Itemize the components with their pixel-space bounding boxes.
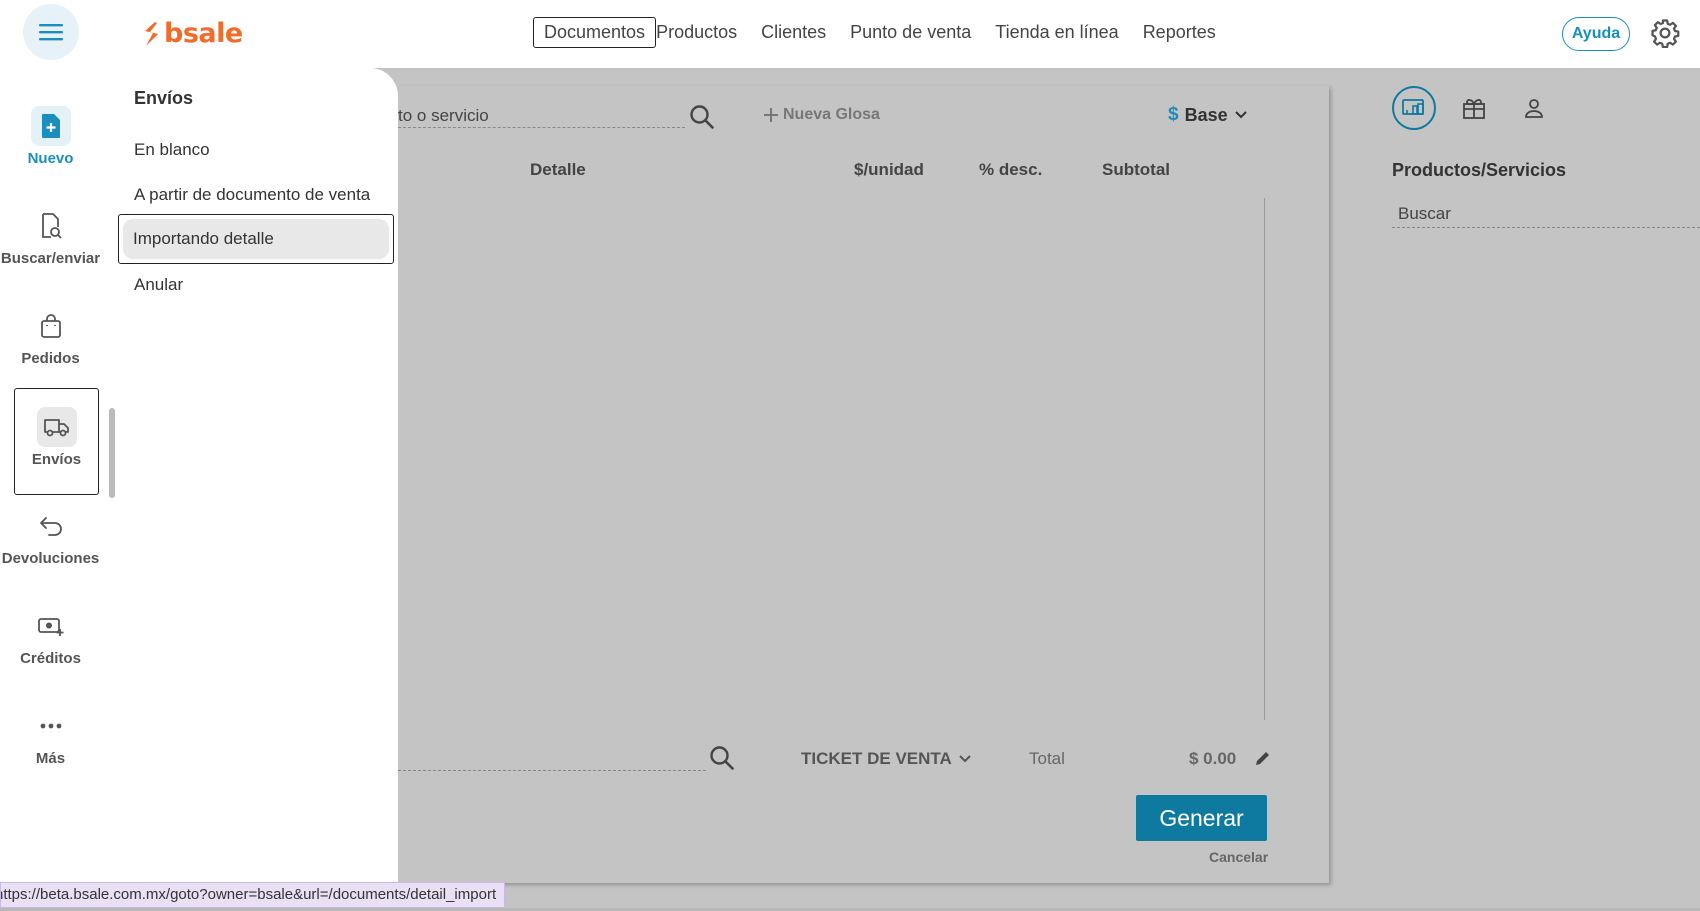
nav-reportes[interactable]: Reportes bbox=[1131, 8, 1228, 56]
total-label: Total bbox=[1029, 749, 1065, 768]
rail-item-devoluciones[interactable]: Devoluciones bbox=[0, 506, 101, 567]
more-dots-icon bbox=[31, 706, 71, 746]
client-search-input[interactable] bbox=[398, 749, 706, 771]
cash-plus-icon bbox=[31, 606, 71, 646]
product-search-placeholder: to o servicio bbox=[398, 106, 489, 125]
search-icon[interactable] bbox=[709, 745, 735, 771]
rail-item-buscar-enviar[interactable]: Buscar/enviar bbox=[0, 206, 101, 267]
nav-documentos-label: Documentos bbox=[544, 21, 646, 42]
main-nav: Documentos Productos Clientes Punto de v… bbox=[533, 8, 1228, 56]
flyout-resize-handle[interactable] bbox=[109, 408, 115, 498]
products-tab[interactable] bbox=[1392, 86, 1436, 130]
new-gloss-label: Nueva Glosa bbox=[783, 106, 880, 123]
dollar-icon: $ bbox=[1168, 104, 1179, 125]
truck-icon bbox=[36, 407, 77, 447]
document-search-icon bbox=[31, 206, 71, 246]
nav-clientes[interactable]: Clientes bbox=[749, 8, 838, 56]
return-arrow-icon bbox=[31, 506, 71, 546]
submenu-title: Envíos bbox=[134, 88, 194, 108]
rail-item-mas[interactable]: Más bbox=[0, 706, 101, 767]
search-icon[interactable] bbox=[689, 104, 715, 130]
document-type-selector[interactable]: TICKET DE VENTA bbox=[801, 749, 972, 769]
status-url: https://beta.bsale.com.mx/goto?owner=bsa… bbox=[0, 886, 497, 903]
submenu-item-documento-de-venta[interactable]: A partir de documento de venta bbox=[134, 185, 370, 205]
generate-button[interactable]: Generar bbox=[1136, 795, 1267, 841]
price-list-selector[interactable]: $ Base bbox=[1168, 104, 1248, 126]
rail-item-label: Pedidos bbox=[21, 350, 80, 367]
nav-documentos[interactable]: Documentos bbox=[533, 16, 657, 48]
envios-submenu: Envíos En blanco A partir de documento d… bbox=[109, 68, 398, 911]
nav-punto-de-venta[interactable]: Punto de venta bbox=[838, 8, 983, 56]
submenu-item-anular[interactable]: Anular bbox=[134, 275, 183, 295]
rail-item-label: Buscar/enviar bbox=[0, 250, 101, 267]
rail-item-label: Más bbox=[35, 750, 66, 767]
submenu-item-en-blanco[interactable]: En blanco bbox=[134, 140, 210, 160]
bsale-logo[interactable]: bsale bbox=[142, 18, 243, 49]
column-header-detalle: Detalle bbox=[530, 160, 586, 179]
client-tab[interactable] bbox=[1512, 86, 1556, 130]
hamburger-icon bbox=[39, 24, 63, 41]
products-search-input[interactable]: Buscar bbox=[1392, 204, 1700, 228]
products-icon bbox=[1402, 99, 1424, 115]
products-panel-title: Productos/Servicios bbox=[1392, 160, 1567, 180]
column-divider bbox=[1264, 198, 1265, 720]
submenu-item-label: Importando detalle bbox=[123, 219, 389, 259]
submenu-item-importando-detalle[interactable]: Importando detalle bbox=[118, 214, 394, 264]
shopping-bag-icon bbox=[31, 306, 71, 346]
bsale-logo-mark-icon bbox=[145, 21, 158, 46]
new-document-icon bbox=[30, 106, 71, 146]
logo-text: bsale bbox=[164, 18, 243, 49]
top-navbar: bsale Documentos Productos Clientes Punt… bbox=[0, 0, 1700, 68]
rail-item-label: Nuevo bbox=[27, 150, 74, 167]
rail-item-label: Devoluciones bbox=[1, 550, 100, 567]
help-button[interactable]: Ayuda bbox=[1562, 17, 1630, 51]
promotions-tab[interactable] bbox=[1452, 86, 1496, 130]
status-bar-url: https://beta.bsale.com.mx/goto?owner=bsa… bbox=[0, 882, 506, 908]
user-icon bbox=[1525, 99, 1543, 118]
price-list-label: Base bbox=[1184, 104, 1228, 125]
column-header-discount: % desc. bbox=[979, 160, 1043, 179]
rail-item-nuevo[interactable]: Nuevo bbox=[0, 106, 101, 167]
pencil-icon[interactable] bbox=[1254, 749, 1272, 767]
gear-icon[interactable] bbox=[1650, 18, 1680, 48]
plus-icon bbox=[764, 108, 778, 122]
nav-tienda-en-linea[interactable]: Tienda en línea bbox=[983, 8, 1130, 56]
rail-item-envios[interactable]: Envíos bbox=[14, 388, 99, 495]
left-rail: Nuevo Buscar/enviar Pedidos Envíos Devol… bbox=[0, 68, 113, 911]
gift-icon bbox=[1463, 99, 1485, 119]
document-type-label: TICKET DE VENTA bbox=[801, 749, 952, 768]
cancel-link[interactable]: Cancelar bbox=[1209, 849, 1268, 865]
rail-item-creditos[interactable]: Créditos bbox=[0, 606, 101, 667]
total-value: $ 0.00 bbox=[1189, 749, 1237, 768]
rail-item-label: Envíos bbox=[31, 451, 82, 468]
rail-item-label: Créditos bbox=[20, 650, 81, 667]
column-header-subtotal: Subtotal bbox=[1102, 160, 1170, 179]
chevron-down-icon bbox=[1234, 111, 1247, 119]
rail-item-pedidos[interactable]: Pedidos bbox=[0, 306, 101, 367]
hamburger-menu-button[interactable] bbox=[23, 4, 79, 60]
new-gloss-button[interactable]: Nueva Glosa bbox=[763, 106, 880, 124]
nav-productos[interactable]: Productos bbox=[644, 8, 749, 56]
column-header-unit-price: $/unidad bbox=[854, 160, 924, 179]
chevron-down-icon bbox=[959, 755, 971, 763]
